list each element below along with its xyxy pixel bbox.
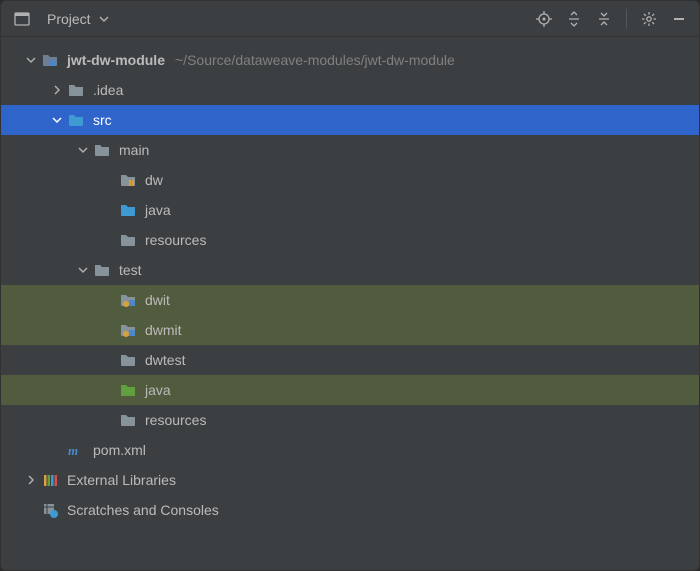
external-libraries[interactable]: External Libraries	[1, 465, 699, 495]
file-pom[interactable]: m pom.xml	[1, 435, 699, 465]
folder-icon	[93, 261, 111, 279]
expand-arrow-down-icon[interactable]	[49, 112, 65, 128]
expand-arrow-right-icon[interactable]	[23, 472, 39, 488]
arrow-spacer	[101, 202, 117, 218]
svg-text:m: m	[68, 443, 78, 458]
tree-label: dwit	[145, 292, 170, 308]
scratches-icon	[41, 501, 59, 519]
folder-dwtest[interactable]: dwtest	[1, 345, 699, 375]
expand-arrow-down-icon[interactable]	[75, 142, 91, 158]
arrow-spacer	[101, 232, 117, 248]
arrow-spacer	[101, 292, 117, 308]
project-root[interactable]: jwt-dw-module ~/Source/dataweave-modules/…	[1, 45, 699, 75]
folder-main[interactable]: main	[1, 135, 699, 165]
folder-test-resources[interactable]: resources	[1, 405, 699, 435]
module-folder-icon	[41, 51, 59, 69]
package-icon	[119, 171, 137, 189]
test-module-icon	[119, 321, 137, 339]
tree-label: dwmit	[145, 322, 182, 338]
tree-label: java	[145, 202, 171, 218]
folder-icon	[67, 81, 85, 99]
folder-dwmit[interactable]: dwmit	[1, 315, 699, 345]
tree-path: ~/Source/dataweave-modules/jwt-dw-module	[175, 52, 455, 68]
project-title: Project	[47, 11, 91, 27]
expand-all-button[interactable]	[562, 7, 586, 31]
settings-button[interactable]	[637, 7, 661, 31]
folder-dwit[interactable]: dwit	[1, 285, 699, 315]
tree-label: dw	[145, 172, 163, 188]
folder-icon	[119, 351, 137, 369]
chevron-down-icon	[99, 11, 109, 27]
project-tree[interactable]: jwt-dw-module ~/Source/dataweave-modules/…	[1, 37, 699, 570]
arrow-spacer	[101, 352, 117, 368]
folder-src[interactable]: src	[1, 105, 699, 135]
collapse-all-button[interactable]	[592, 7, 616, 31]
folder-dw[interactable]: dw	[1, 165, 699, 195]
folder-icon	[119, 231, 137, 249]
tree-label: java	[145, 382, 171, 398]
arrow-spacer	[49, 442, 65, 458]
tree-label: resources	[145, 232, 206, 248]
folder-test-java[interactable]: java	[1, 375, 699, 405]
hide-button[interactable]	[667, 7, 691, 31]
folder-blue-icon	[67, 111, 85, 129]
expand-arrow-right-icon[interactable]	[49, 82, 65, 98]
folder-main-resources[interactable]: resources	[1, 225, 699, 255]
arrow-spacer	[101, 382, 117, 398]
scratches[interactable]: Scratches and Consoles	[1, 495, 699, 525]
expand-arrow-down-icon[interactable]	[75, 262, 91, 278]
project-header: Project	[1, 1, 699, 37]
folder-test[interactable]: test	[1, 255, 699, 285]
tree-label: .idea	[93, 82, 123, 98]
arrow-spacer	[23, 502, 39, 518]
toolbar-divider	[626, 9, 627, 29]
tree-label: resources	[145, 412, 206, 428]
maven-icon: m	[67, 441, 85, 459]
project-tool-window: Project jwt-dw-module ~/Source/dataweave-…	[0, 0, 700, 571]
tree-label: pom.xml	[93, 442, 146, 458]
arrow-spacer	[101, 322, 117, 338]
folder-main-java[interactable]: java	[1, 195, 699, 225]
tree-label: dwtest	[145, 352, 185, 368]
tree-label: test	[119, 262, 142, 278]
project-view-icon	[13, 10, 31, 28]
libraries-icon	[41, 471, 59, 489]
arrow-spacer	[101, 412, 117, 428]
locate-button[interactable]	[532, 7, 556, 31]
folder-icon	[119, 411, 137, 429]
tree-label: src	[93, 112, 112, 128]
tree-label: jwt-dw-module	[67, 52, 165, 68]
project-view-selector[interactable]: Project	[9, 8, 113, 30]
test-module-icon	[119, 291, 137, 309]
folder-blue-icon	[119, 201, 137, 219]
folder-idea[interactable]: .idea	[1, 75, 699, 105]
tree-label: External Libraries	[67, 472, 176, 488]
folder-icon	[93, 141, 111, 159]
folder-green-icon	[119, 381, 137, 399]
tree-label: main	[119, 142, 149, 158]
tree-label: Scratches and Consoles	[67, 502, 219, 518]
expand-arrow-down-icon[interactable]	[23, 52, 39, 68]
arrow-spacer	[101, 172, 117, 188]
